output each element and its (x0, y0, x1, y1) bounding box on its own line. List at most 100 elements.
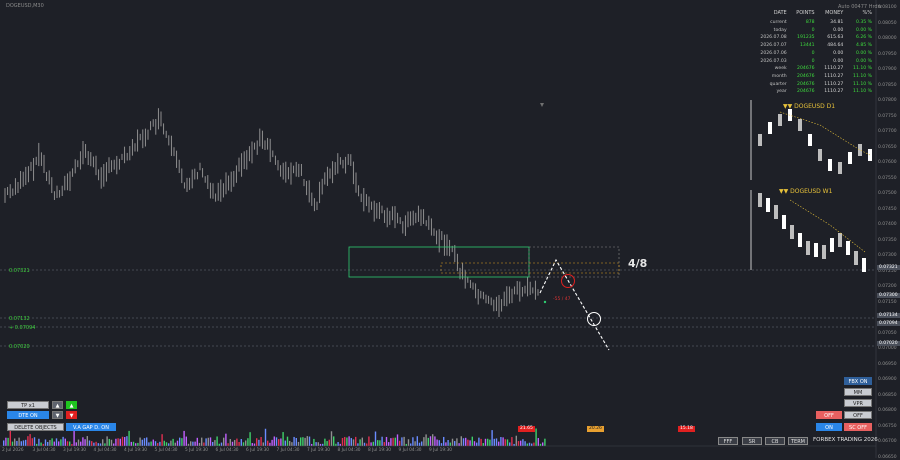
volume-bar (286, 436, 289, 446)
off-button-1[interactable]: OFF (816, 411, 842, 419)
volume-bar (487, 438, 489, 446)
sr-button[interactable]: SR (742, 437, 762, 445)
volume-bar (227, 443, 229, 446)
volume-bar (535, 428, 537, 446)
price-tick: 0.07500 (878, 191, 897, 196)
stats-cell: 0.00 % (855, 50, 872, 56)
delete-objects-button[interactable]: DELETE OBJECTS (7, 423, 64, 431)
stats-cell: 1110.27 (824, 73, 844, 79)
tp-button[interactable]: TP x1 (7, 401, 49, 409)
volume-bar (440, 443, 443, 446)
volume-bar (401, 437, 403, 446)
volume-bar (493, 438, 495, 446)
volume-bar (154, 441, 157, 446)
price-tick: 0.06800 (878, 408, 897, 413)
time-tick: 7 Jul 04:30 (276, 448, 300, 453)
volume-bar (212, 441, 214, 446)
volume-bar (526, 443, 528, 446)
stats-cell: 204676 (797, 73, 815, 79)
down-arrow-button[interactable]: ▼ (52, 411, 63, 419)
mini-candle (808, 134, 812, 146)
price-tick: 0.06750 (878, 423, 897, 429)
stats-cell: 4.85 % (855, 43, 872, 49)
volume-bar (346, 437, 348, 446)
volume-bar (405, 443, 407, 446)
term-button[interactable]: TERM (788, 437, 808, 445)
volume-bar (29, 434, 31, 446)
level-label-lower: 0.07020 (9, 344, 30, 350)
stats-panel: DATE POINTS MONEY%% current 878 34.81 0.35 % t… (750, 10, 874, 96)
on-button[interactable]: ON (816, 423, 842, 431)
projection-path (539, 258, 610, 351)
volume-bar (231, 441, 234, 446)
volume-bar (363, 442, 366, 446)
volume-bar (247, 438, 249, 446)
volume-bar (443, 436, 445, 446)
vpr-button[interactable]: VPR (844, 399, 872, 407)
fbx-button[interactable]: FBX ON (844, 377, 872, 385)
projection-zone-orange[interactable] (440, 262, 620, 274)
volume-bar (273, 436, 275, 446)
volume-bar (456, 438, 458, 446)
volume-bar (242, 442, 245, 446)
mini-candle (814, 243, 818, 257)
volume-bar (471, 436, 473, 446)
volume-bar (412, 437, 414, 446)
stats-row: 2026.07.06 0 0.00 0.00 % (750, 50, 874, 58)
time-tick: 3 Jul 19:30 (63, 448, 87, 453)
volume-bar (95, 441, 97, 446)
volume-bar (284, 440, 286, 446)
volume-bar (93, 442, 95, 446)
volume-bar (11, 441, 14, 446)
volume-bar (355, 436, 357, 446)
cb-button[interactable]: CB (765, 437, 785, 445)
mini-candle (838, 233, 842, 247)
volume-bar (179, 437, 181, 446)
volume-bar (104, 443, 106, 446)
volume-bar (194, 441, 196, 446)
volume-bar (482, 443, 484, 446)
gap-toggle-button[interactable]: V.A GAP D. ON (66, 423, 116, 431)
volume-bar (278, 439, 280, 446)
top-marker-icon (540, 103, 544, 107)
red-signal-button[interactable]: ▼ (66, 411, 77, 419)
mini-candle (758, 193, 762, 207)
up-arrow-button[interactable]: ▲ (52, 401, 63, 409)
volume-bar (478, 437, 480, 446)
volume-bar (53, 441, 55, 446)
mini-candle (828, 159, 832, 171)
mini-candle (778, 114, 782, 126)
tp-distance-label: -55 / 47 (553, 297, 571, 302)
volume-bar (86, 436, 88, 446)
volume-label-3: 15.18 (678, 426, 695, 432)
green-signal-button[interactable]: ▲ (66, 401, 77, 409)
volume-bar (500, 437, 502, 446)
price-tick: 0.07150 (878, 299, 897, 305)
volume-bar (16, 440, 18, 446)
volume-bar (359, 439, 361, 446)
time-tick: 2 Jul 2026 (2, 448, 24, 453)
volume-bar (163, 440, 165, 446)
volume-bar (436, 439, 438, 446)
fff-button[interactable]: FFF (718, 437, 738, 445)
price-tick: 0.07350 (878, 237, 897, 243)
time-tick: 8 Jul 04:30 (337, 448, 361, 453)
volume-bar (113, 443, 115, 446)
price-tick: 0.07300 (878, 253, 897, 258)
sc-button[interactable]: SC OFF (844, 423, 872, 431)
volume-bar (132, 441, 135, 446)
mm-button[interactable]: MM (844, 388, 872, 396)
off-button-2[interactable]: OFF (844, 411, 872, 419)
volume-bar (427, 437, 429, 446)
volume-bar (522, 439, 524, 446)
volume-bar (256, 438, 258, 446)
projection-zone-dotted[interactable] (528, 246, 620, 278)
volume-bar (322, 443, 324, 446)
time-tick: 3 Jul 04:30 (32, 448, 56, 453)
stats-row: current 878 34.81 0.35 % (750, 19, 874, 27)
price-tick: 0.07550 (878, 175, 897, 181)
volume-bar (130, 441, 132, 446)
volume-bar (403, 436, 405, 446)
dte-button[interactable]: DTE ON (7, 411, 49, 419)
volume-bar (253, 443, 256, 446)
